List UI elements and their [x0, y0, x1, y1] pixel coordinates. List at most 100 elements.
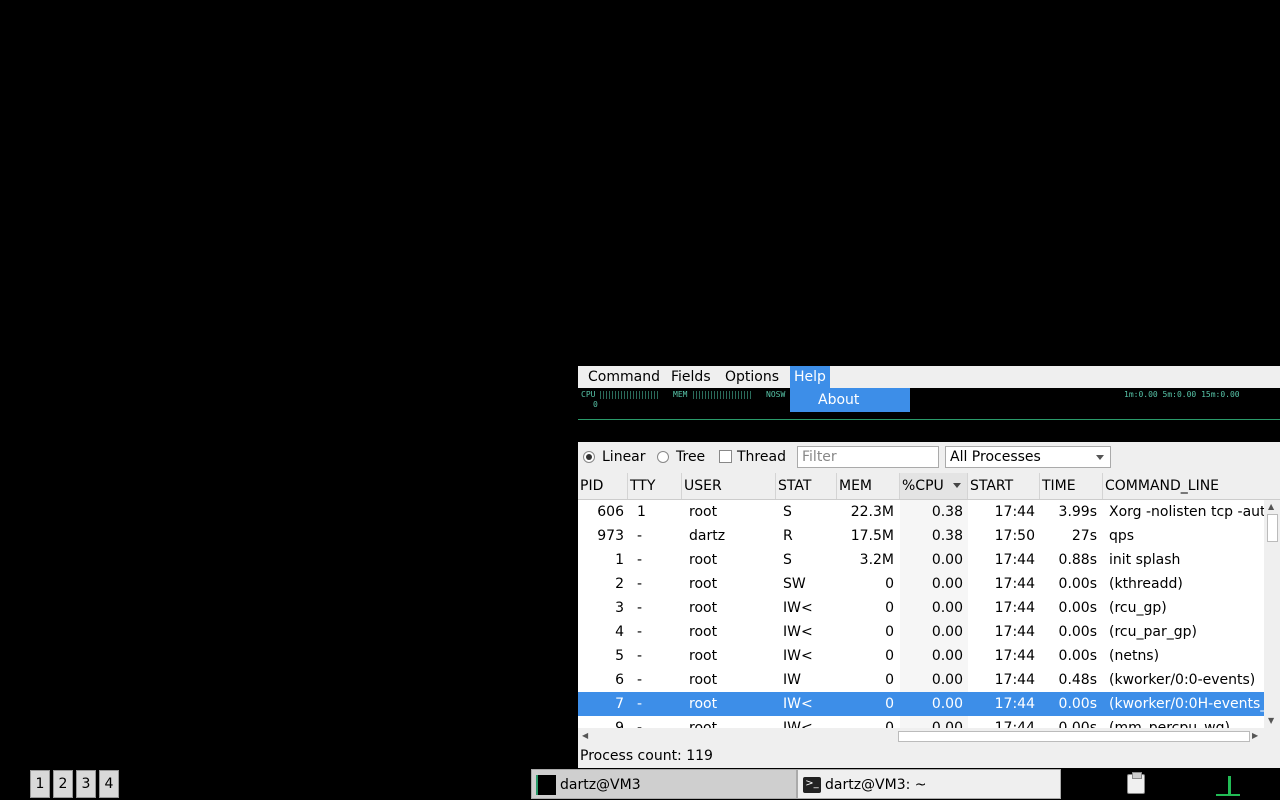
clipboard-icon[interactable] — [1127, 772, 1145, 794]
desktop-1-button[interactable]: 1 — [30, 770, 50, 798]
cell-user: root — [689, 624, 718, 640]
scroll-left-icon[interactable]: ◀ — [582, 731, 588, 740]
cell-stat: IW< — [783, 648, 813, 664]
table-row[interactable]: 7- root IW< 0 0.00 17:44 0.00s (kworker/0:0H-ev… — [578, 692, 1264, 716]
vertical-scrollbar[interactable]: ▲ ▼ — [1264, 500, 1280, 728]
menu-command[interactable]: Command — [584, 366, 664, 388]
cell-time: 0.88s — [1058, 552, 1097, 568]
cell-user: root — [689, 696, 718, 712]
table-row[interactable]: 2- root SW 0 0.00 17:44 0.00s (kthreadd) — [578, 572, 1264, 596]
cell-stat: IW< — [783, 720, 813, 728]
help-dropdown: About — [790, 388, 910, 412]
thread-label: Thread — [737, 449, 786, 465]
column-stat[interactable]: STAT — [776, 473, 837, 499]
cpu-value: 0 — [593, 400, 598, 409]
table-row[interactable]: 4- root IW< 0 0.00 17:44 0.00s (rcu_par_gp) — [578, 620, 1264, 644]
cell-user: root — [689, 600, 718, 616]
scroll-down-icon[interactable]: ▼ — [1268, 716, 1274, 725]
cell-time: 0.00s — [1058, 624, 1097, 640]
horizontal-scroll-thumb[interactable] — [898, 731, 1250, 742]
vertical-scroll-thumb[interactable] — [1267, 514, 1278, 542]
process-filter-value: All Processes — [950, 449, 1041, 465]
clipboard-clip — [1132, 772, 1142, 779]
cell-time: 0.00s — [1058, 648, 1097, 664]
column-start[interactable]: START — [968, 473, 1040, 499]
menu-help[interactable]: Help — [790, 366, 830, 388]
scroll-up-icon[interactable]: ▲ — [1268, 502, 1274, 511]
cell-start: 17:44 — [994, 672, 1035, 688]
desktop-4-button[interactable]: 4 — [99, 770, 119, 798]
table-row[interactable]: 6- root IW 0 0.00 17:44 0.48s (kworker/0:0-even… — [578, 668, 1264, 692]
table-row[interactable]: 5- root IW< 0 0.00 17:44 0.00s (netns) — [578, 644, 1264, 668]
table-row[interactable]: 1- root S 3.2M 0.00 17:44 0.88s init splash — [578, 548, 1264, 572]
cell-mem: 0 — [885, 576, 894, 592]
column-tty[interactable]: TTY — [628, 473, 682, 499]
table-row[interactable]: 9 - root IW< 0 0.00 17:44 0.00s (mm_percpu_wq) — [578, 716, 1264, 728]
cell-mem: 0 — [885, 720, 894, 728]
table-row[interactable]: 606 1 root S 22.3M 0.38 17:44 3.99s Xorg -nolist… — [578, 500, 1264, 524]
cell-command: (rcu_par_gp) — [1109, 624, 1197, 640]
cell-mem: 0 — [885, 600, 894, 616]
cell-command: Xorg -nolisten tcp -auth — [1109, 504, 1264, 520]
cell-command: qps — [1109, 528, 1135, 544]
cell-time: 0.00s — [1058, 696, 1097, 712]
column-cpu[interactable]: %CPU — [900, 473, 968, 499]
horizontal-scrollbar[interactable]: ◀ ▶ — [578, 728, 1264, 744]
column-time[interactable]: TIME — [1040, 473, 1103, 499]
cell-start: 17:44 — [994, 648, 1035, 664]
column-user[interactable]: USER — [682, 473, 776, 499]
cell-cpu: 0.00 — [931, 552, 963, 568]
cell-stat: IW< — [783, 624, 813, 640]
cell-mem: 0 — [885, 696, 894, 712]
cell-time: 0.48s — [1058, 672, 1097, 688]
cell-stat: R — [783, 528, 793, 544]
linear-radio[interactable] — [583, 451, 595, 463]
cell-cpu: 0.00 — [931, 720, 963, 728]
cell-start: 17:44 — [994, 600, 1035, 616]
cell-cpu: 0.38 — [931, 528, 963, 544]
cell-start: 17:44 — [994, 720, 1035, 728]
thread-checkbox[interactable] — [719, 450, 732, 463]
filter-input[interactable] — [797, 446, 939, 468]
qps-window: Command Fields Options Help CPU 0 MEM NO… — [578, 366, 1280, 768]
cell-pid: 9 — [615, 720, 624, 728]
table-row[interactable]: 3- root IW< 0 0.00 17:44 0.00s (rcu_gp) — [578, 596, 1264, 620]
column-mem[interactable]: MEM — [837, 473, 900, 499]
taskbar-task-terminal-label: dartz@VM3: ~ — [825, 777, 927, 793]
taskbar-task-qps-label: dartz@VM3 — [560, 777, 641, 793]
cell-mem: 0 — [885, 624, 894, 640]
mem-label: MEM — [673, 390, 688, 399]
about-menu-item[interactable]: About — [818, 388, 859, 412]
cell-tty: - — [637, 672, 643, 688]
mem-meter — [693, 391, 753, 399]
menubar: Command Fields Options Help — [578, 366, 1280, 388]
cell-stat: IW< — [783, 600, 813, 616]
menu-options[interactable]: Options — [721, 366, 783, 388]
cpu-label: CPU — [581, 390, 596, 399]
process-table: 606 1 root S 22.3M 0.38 17:44 3.99s Xorg -nolist… — [578, 500, 1264, 728]
menu-fields[interactable]: Fields — [667, 366, 715, 388]
cell-cpu: 0.00 — [931, 600, 963, 616]
taskbar-task-qps[interactable]: dartz@VM3 — [531, 769, 797, 799]
cell-pid: 5 — [615, 648, 624, 664]
cell-tty: - — [637, 528, 643, 544]
tree-radio[interactable] — [657, 451, 669, 463]
cell-mem: 0 — [885, 648, 894, 664]
view-toolbar: Linear Tree Thread All Processes — [578, 443, 1280, 471]
cell-mem: 22.3M — [850, 504, 894, 520]
scroll-right-icon[interactable]: ▶ — [1252, 731, 1258, 740]
cell-tty: 1 — [637, 504, 646, 520]
desktop-2-button[interactable]: 2 — [53, 770, 73, 798]
table-row[interactable]: 973- dartz R 17.5M 0.38 17:50 27s qps — [578, 524, 1264, 548]
column-pid[interactable]: PID — [578, 473, 628, 499]
chevron-down-icon — [1096, 455, 1104, 460]
cpu-monitor-bar — [1228, 776, 1231, 794]
column-command-line[interactable]: COMMAND_LINE — [1103, 473, 1280, 499]
cell-user: root — [689, 672, 718, 688]
cell-cpu: 0.00 — [931, 624, 963, 640]
cell-user: root — [689, 504, 718, 520]
process-filter-select[interactable]: All Processes — [945, 446, 1111, 468]
cpu-monitor-icon[interactable] — [1216, 774, 1240, 796]
taskbar-task-terminal[interactable]: >_ dartz@VM3: ~ — [797, 769, 1061, 799]
desktop-3-button[interactable]: 3 — [76, 770, 96, 798]
